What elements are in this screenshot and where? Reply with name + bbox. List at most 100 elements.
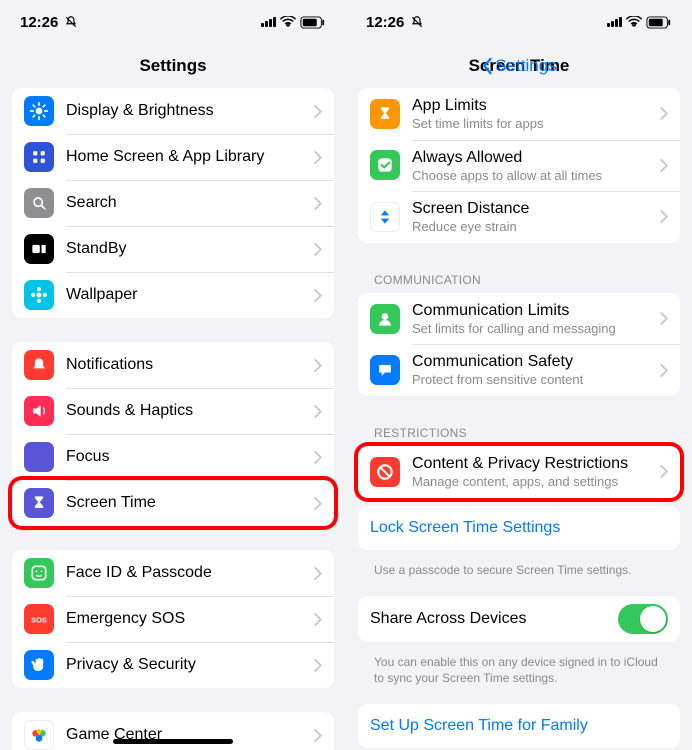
row-label: Privacy & Security bbox=[66, 655, 302, 675]
right-phone: 12:26 Settings Screen Time App LimitsSet… bbox=[346, 0, 692, 750]
cellular-icon bbox=[607, 17, 622, 27]
row-display-brightness[interactable]: Display & Brightness bbox=[12, 88, 334, 134]
back-label: Settings bbox=[495, 56, 556, 76]
row-label: Notifications bbox=[66, 355, 302, 375]
chevron-right-icon bbox=[314, 497, 322, 510]
check-icon bbox=[370, 150, 400, 180]
row-label: Always Allowed bbox=[412, 148, 648, 168]
back-button[interactable]: Settings bbox=[481, 56, 556, 76]
row-game-center[interactable]: Game Center bbox=[12, 712, 334, 750]
row-search[interactable]: Search bbox=[12, 180, 334, 226]
chevron-right-icon bbox=[314, 567, 322, 580]
row-restrictions[interactable]: Content & Privacy RestrictionsManage con… bbox=[358, 446, 680, 498]
chevron-right-icon bbox=[314, 405, 322, 418]
nosign-icon bbox=[370, 457, 400, 487]
row-lock-st[interactable]: Lock Screen Time Settings bbox=[358, 506, 680, 550]
row-subtitle: Choose apps to allow at all times bbox=[412, 168, 648, 184]
row-app-limits[interactable]: App LimitsSet time limits for apps bbox=[358, 88, 680, 140]
screen-time-list[interactable]: App LimitsSet time limits for appsAlways… bbox=[346, 88, 692, 750]
chevron-right-icon bbox=[314, 151, 322, 164]
row-comm-safety[interactable]: Communication SafetyProtect from sensiti… bbox=[358, 344, 680, 396]
row-family[interactable]: Set Up Screen Time for Family bbox=[358, 704, 680, 748]
grid-icon bbox=[24, 142, 54, 172]
flower-icon bbox=[24, 280, 54, 310]
comm-icon bbox=[370, 304, 400, 334]
nav-bar: Settings Screen Time bbox=[346, 44, 692, 88]
row-label: StandBy bbox=[66, 239, 302, 259]
toggle-switch[interactable] bbox=[618, 604, 668, 634]
chevron-right-icon bbox=[314, 613, 322, 626]
chevron-right-icon bbox=[314, 243, 322, 256]
sos-icon: SOS bbox=[24, 604, 54, 634]
hourglass-icon bbox=[24, 488, 54, 518]
chevron-right-icon bbox=[314, 729, 322, 742]
bell-icon bbox=[24, 350, 54, 380]
bell-off-icon bbox=[64, 15, 78, 29]
row-label: Set Up Screen Time for Family bbox=[370, 716, 668, 736]
row-label: Emergency SOS bbox=[66, 609, 302, 629]
row-wallpaper[interactable]: Wallpaper bbox=[12, 272, 334, 318]
chevron-right-icon bbox=[660, 159, 668, 172]
standby-icon bbox=[24, 234, 54, 264]
home-indicator bbox=[113, 739, 233, 744]
row-label: Display & Brightness bbox=[66, 101, 302, 121]
gamecenter-icon bbox=[24, 720, 54, 750]
row-notifications[interactable]: Notifications bbox=[12, 342, 334, 388]
cellular-icon bbox=[261, 17, 276, 27]
wifi-icon bbox=[280, 16, 296, 28]
status-bar: 12:26 bbox=[0, 0, 346, 44]
row-label: Screen Distance bbox=[412, 199, 648, 219]
row-label: Sounds & Haptics bbox=[66, 401, 302, 421]
row-subtitle: Reduce eye strain bbox=[412, 219, 648, 235]
svg-text:SOS: SOS bbox=[31, 615, 47, 624]
row-label: Communication Limits bbox=[412, 301, 648, 321]
row-sounds[interactable]: Sounds & Haptics bbox=[12, 388, 334, 434]
row-focus[interactable]: Focus bbox=[12, 434, 334, 480]
distance-icon bbox=[370, 202, 400, 232]
row-share-devices[interactable]: Share Across Devices bbox=[358, 596, 680, 642]
row-label: Home Screen & App Library bbox=[66, 147, 302, 167]
chevron-right-icon bbox=[660, 364, 668, 377]
moon-icon bbox=[24, 442, 54, 472]
row-label: Communication Safety bbox=[412, 352, 648, 372]
faceid-icon bbox=[24, 558, 54, 588]
row-screen-time[interactable]: Screen Time bbox=[12, 480, 334, 526]
speaker-icon bbox=[24, 396, 54, 426]
section-footer: Use a passcode to secure Screen Time set… bbox=[346, 558, 692, 596]
row-privacy[interactable]: Privacy & Security bbox=[12, 642, 334, 688]
row-label: Share Across Devices bbox=[370, 609, 606, 629]
row-label: Lock Screen Time Settings bbox=[370, 518, 668, 538]
chevron-right-icon bbox=[314, 659, 322, 672]
row-always-allowed[interactable]: Always AllowedChoose apps to allow at al… bbox=[358, 140, 680, 192]
row-home-screen[interactable]: Home Screen & App Library bbox=[12, 134, 334, 180]
chevron-right-icon bbox=[314, 289, 322, 302]
chevron-right-icon bbox=[660, 107, 668, 120]
row-standby[interactable]: StandBy bbox=[12, 226, 334, 272]
hourglass-icon bbox=[370, 99, 400, 129]
row-label: Screen Time bbox=[66, 493, 302, 513]
chevron-right-icon bbox=[660, 210, 668, 223]
chevron-right-icon bbox=[660, 465, 668, 478]
battery-icon bbox=[300, 16, 326, 29]
battery-icon bbox=[646, 16, 672, 29]
chevron-left-icon bbox=[481, 57, 493, 75]
section-footer: You can enable this on any device signed… bbox=[346, 650, 692, 704]
row-subtitle: Set time limits for apps bbox=[412, 116, 648, 132]
row-screen-distance[interactable]: Screen DistanceReduce eye strain bbox=[358, 191, 680, 243]
chevron-right-icon bbox=[314, 451, 322, 464]
row-label: Content & Privacy Restrictions bbox=[412, 454, 648, 474]
row-faceid[interactable]: Face ID & Passcode bbox=[12, 550, 334, 596]
section-header: RESTRICTIONS bbox=[346, 420, 692, 446]
chevron-right-icon bbox=[660, 312, 668, 325]
row-label: App Limits bbox=[412, 96, 648, 116]
chevron-right-icon bbox=[314, 197, 322, 210]
row-sos[interactable]: SOS Emergency SOS bbox=[12, 596, 334, 642]
row-comm-limits[interactable]: Communication LimitsSet limits for calli… bbox=[358, 293, 680, 345]
settings-list[interactable]: Display & Brightness Home Screen & App Li… bbox=[0, 88, 346, 750]
search-icon bbox=[24, 188, 54, 218]
page-title: Settings bbox=[0, 56, 346, 76]
row-label: Wallpaper bbox=[66, 285, 302, 305]
bubble-icon bbox=[370, 355, 400, 385]
row-subtitle: Protect from sensitive content bbox=[412, 372, 648, 388]
status-time: 12:26 bbox=[20, 14, 58, 31]
